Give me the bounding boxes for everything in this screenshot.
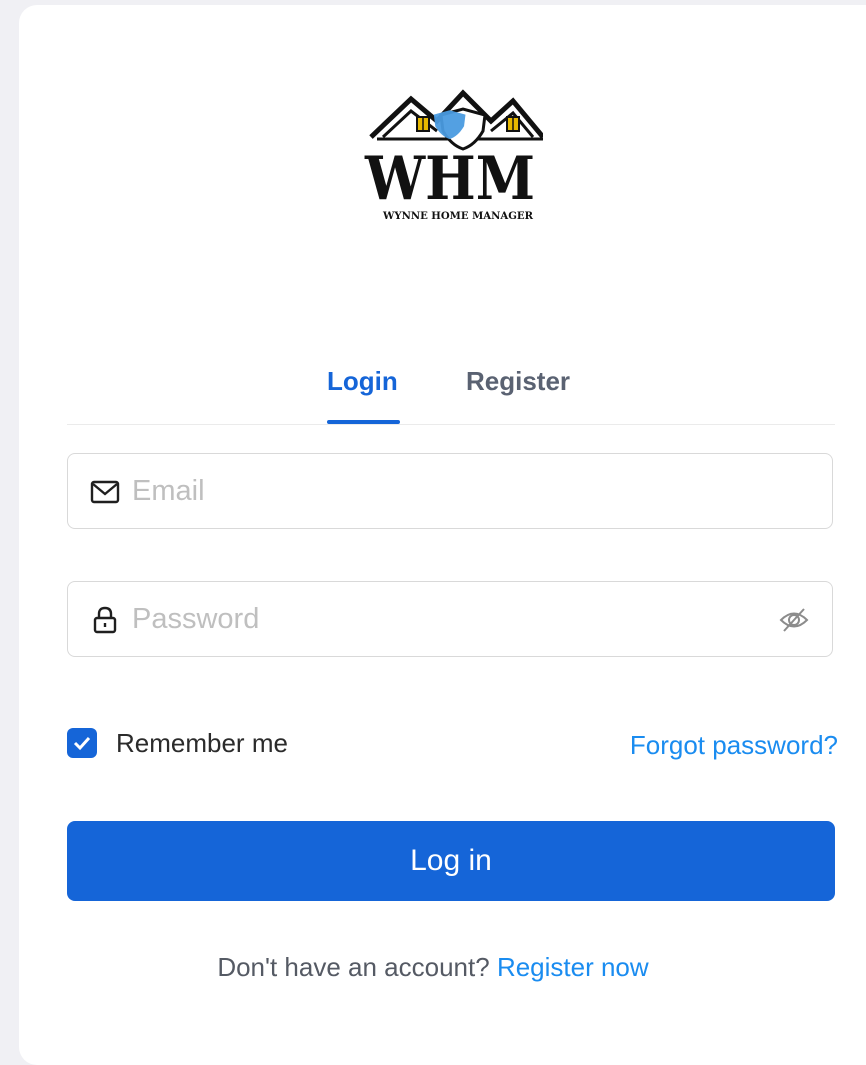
register-prompt: Don't have an account? Register now xyxy=(0,952,866,983)
mail-icon xyxy=(90,478,120,506)
eye-off-icon[interactable] xyxy=(778,606,810,634)
password-input[interactable] xyxy=(132,594,772,644)
auth-tabs: Login Register xyxy=(67,360,835,425)
lock-icon xyxy=(90,606,120,634)
register-prompt-text: Don't have an account? xyxy=(217,952,490,982)
logo-image: WHM WYNNE HOME MANAGER xyxy=(364,89,543,222)
logo-subtitle: WYNNE HOME MANAGER xyxy=(382,211,534,222)
login-card: WHM WYNNE HOME MANAGER Login Register Em… xyxy=(19,5,866,1065)
checkbox-checked[interactable] xyxy=(67,728,97,758)
password-field[interactable] xyxy=(67,581,833,657)
login-button[interactable]: Log in xyxy=(67,821,835,901)
logo-wordmark: WHM xyxy=(364,144,535,214)
remember-me-label: Remember me xyxy=(116,727,288,758)
tab-login[interactable]: Login xyxy=(327,366,398,397)
register-now-link[interactable]: Register now xyxy=(497,952,649,982)
forgot-password-link[interactable]: Forgot password? xyxy=(630,730,838,761)
email-input[interactable] xyxy=(132,466,772,516)
email-field[interactable] xyxy=(67,453,833,529)
tab-register[interactable]: Register xyxy=(466,366,570,397)
brand-logo: WHM WYNNE HOME MANAGER xyxy=(361,87,543,227)
active-tab-indicator xyxy=(327,420,400,424)
checkmark-icon xyxy=(73,736,91,751)
remember-me-checkbox[interactable]: Remember me xyxy=(67,727,288,759)
